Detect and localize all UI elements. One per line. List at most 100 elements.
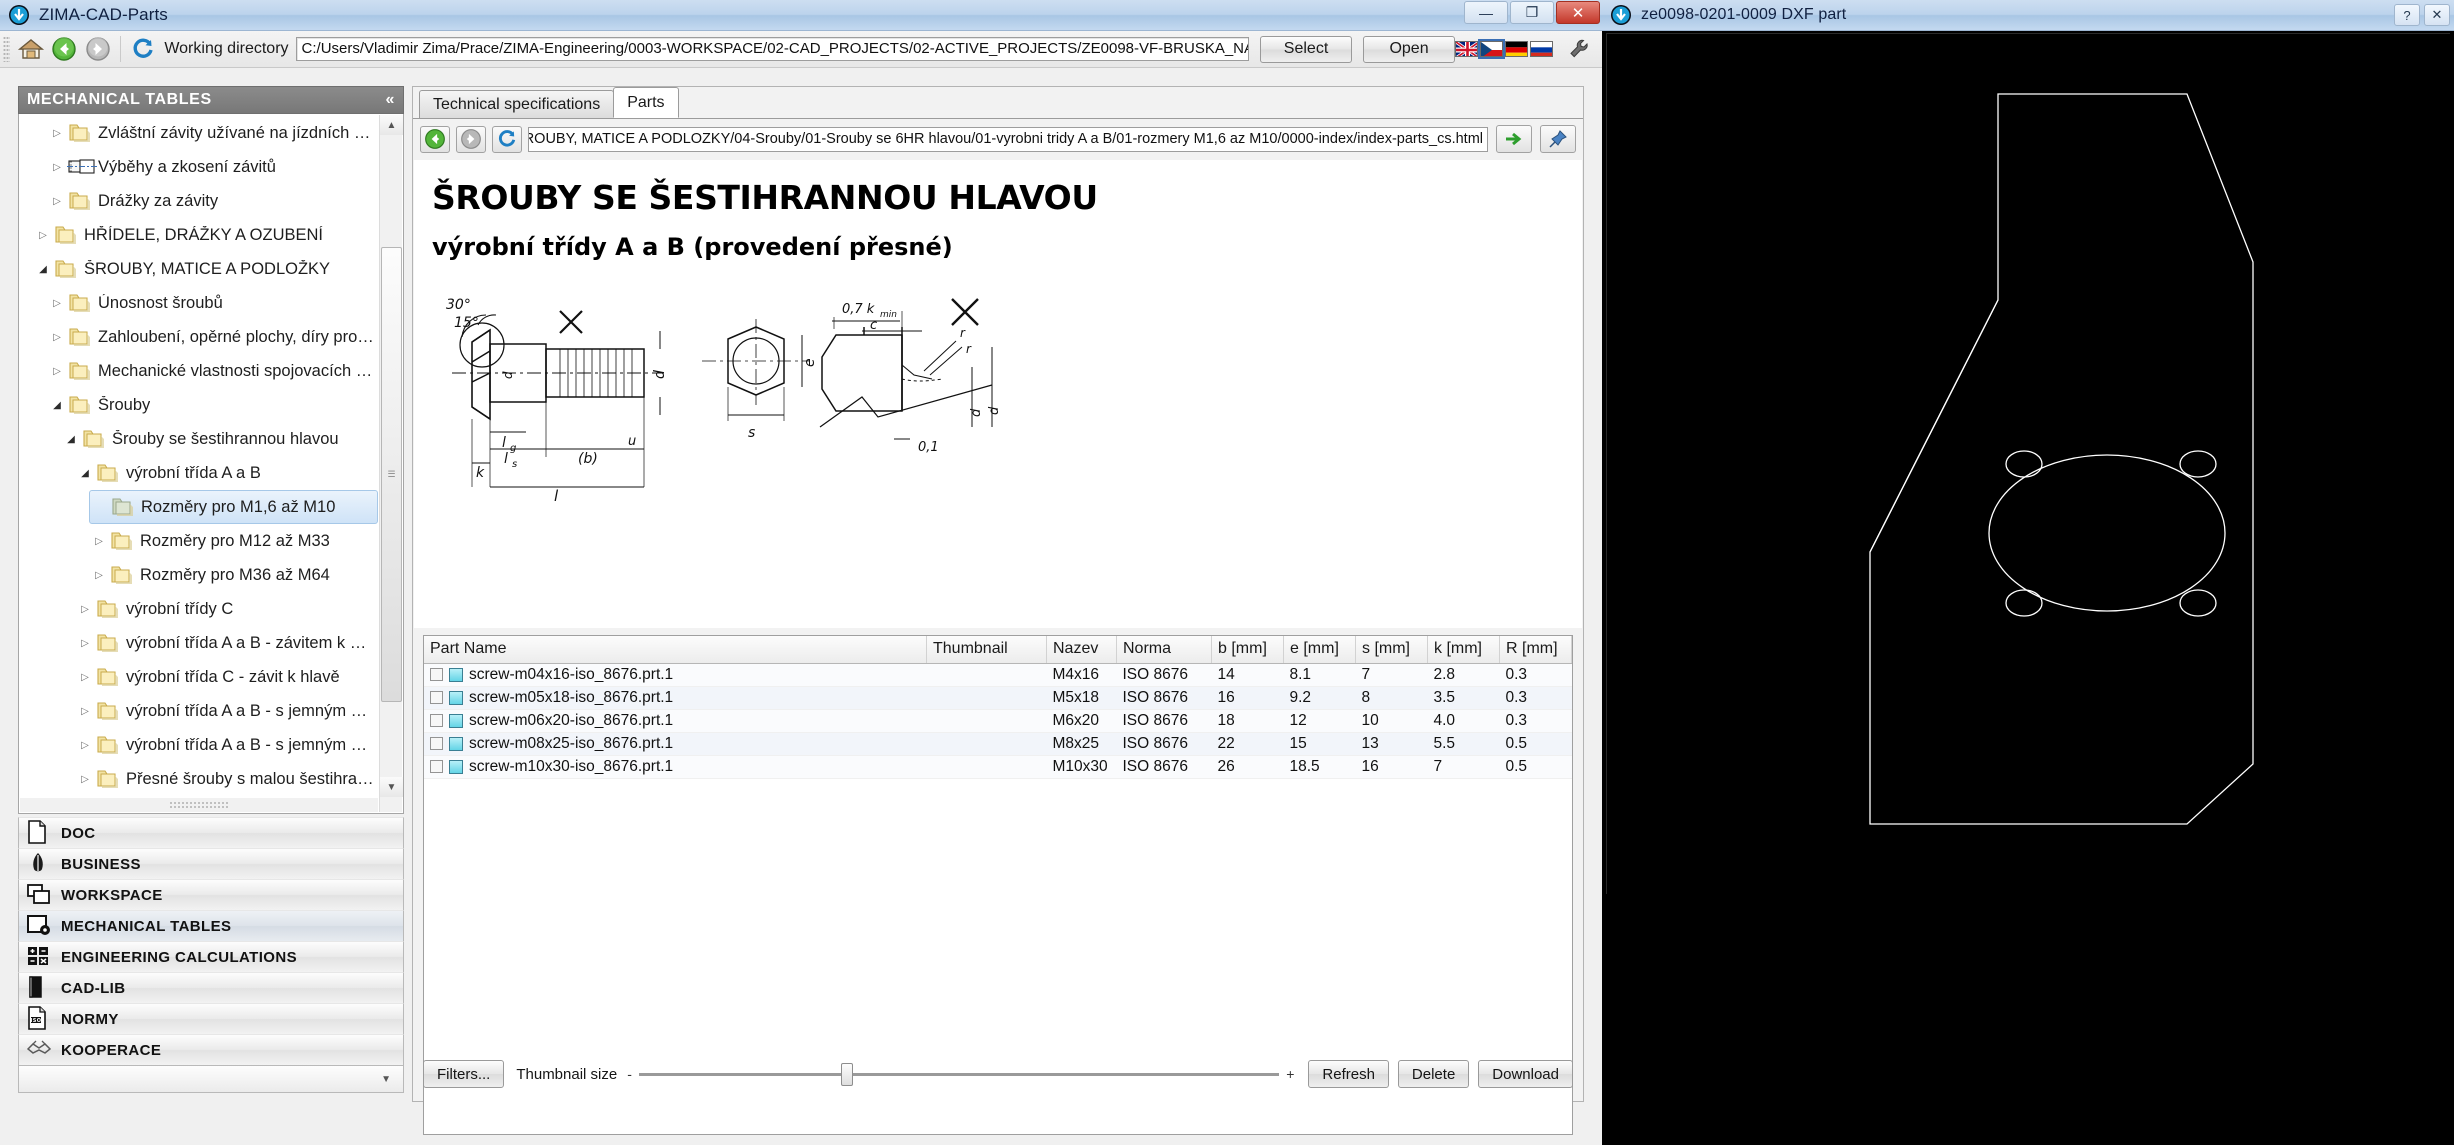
column-header[interactable]: R [mm] — [1499, 636, 1572, 664]
wrench-icon[interactable] — [1564, 34, 1594, 64]
tree-expander-closed-icon[interactable]: ▷ — [47, 366, 67, 377]
sidebar-section-business[interactable]: BUSINESS — [18, 848, 404, 880]
working-directory-input[interactable]: C:/Users/Vladimir Zima/Prace/ZIMA-Engine… — [295, 37, 1250, 61]
tree-item[interactable]: ▷ výrobní třída A a B - s jemným m... — [75, 694, 378, 728]
filters-button[interactable]: Filters... — [423, 1060, 505, 1088]
content-forward-icon[interactable] — [456, 125, 486, 153]
tree-expander-open-icon[interactable]: ◢ — [75, 468, 95, 479]
tree-item[interactable]: ▷ Zvláštní závity užívané na jízdních kol… — [47, 116, 378, 150]
tree-item[interactable]: ▷ výrobní třídy C — [75, 592, 378, 626]
tree-expander-closed-icon[interactable]: ▷ — [89, 570, 109, 581]
tree-item[interactable]: ▷ Přesné šrouby s malou šestihrann... — [75, 762, 378, 796]
tree-item[interactable]: ▷ Rozměry pro M12 až M33 — [89, 524, 378, 558]
go-arrow-icon[interactable] — [1496, 125, 1532, 153]
toolbar-grip[interactable] — [3, 36, 10, 62]
tree-item[interactable]: ▷ Výběhy a zkosení závitů — [47, 150, 378, 184]
dxf-drawing-canvas[interactable] — [1606, 33, 2451, 895]
sidebar-section-doc[interactable]: DOC — [18, 817, 404, 849]
column-header[interactable]: e [mm] — [1283, 636, 1356, 664]
tree-expander-closed-icon[interactable]: ▷ — [47, 332, 67, 343]
tree-expander-closed-icon[interactable]: ▷ — [75, 604, 95, 615]
tree-expander-closed-icon[interactable]: ▷ — [47, 196, 67, 207]
sidebar-more-sections-chevron-down-icon[interactable]: ▼ — [18, 1065, 404, 1093]
tree-item[interactable]: ◢ Šrouby — [47, 388, 378, 422]
column-header[interactable]: Norma — [1116, 636, 1212, 664]
dxf-close-button[interactable]: ✕ — [2424, 4, 2450, 26]
sidebar-section-cad-lib[interactable]: CAD-LIB — [18, 972, 404, 1004]
delete-button[interactable]: Delete — [1397, 1060, 1470, 1088]
tree-expander-closed-icon[interactable]: ▷ — [75, 672, 95, 683]
column-header[interactable]: b [mm] — [1211, 636, 1284, 664]
tree-item[interactable]: ▷ Zahloubení, opěrné plochy, díry pro šro… — [47, 320, 378, 354]
sidebar-section-kooperace[interactable]: KOOPERACE — [18, 1034, 404, 1066]
flag-english-button[interactable] — [1455, 41, 1479, 57]
scroll-up-icon[interactable]: ▲ — [380, 115, 403, 135]
tree-item[interactable]: ▷ Rozměry pro M36 až M64 — [89, 558, 378, 592]
close-button[interactable]: ✕ — [1556, 1, 1600, 24]
tree-expander-closed-icon[interactable]: ▷ — [47, 162, 67, 173]
sidebar-section-engineering-calculations[interactable]: ENGINEERING CALCULATIONS — [18, 941, 404, 973]
table-row[interactable]: screw-m04x16-iso_8676.prt.1 M4x16 ISO 8676… — [424, 663, 1572, 687]
tree-item[interactable]: ▷ výrobní třída A a B - závitem k hl... — [75, 626, 378, 660]
tree-item[interactable]: ▷ výrobní třída A a B - s jemným m... — [75, 728, 378, 762]
row-checkbox[interactable] — [430, 668, 443, 681]
sidebar-section-workspace[interactable]: WORKSPACE — [18, 879, 404, 911]
scrollbar-thumb[interactable]: ☰ — [381, 247, 402, 702]
tree-item[interactable]: ▷ Únosnost šroubů — [47, 286, 378, 320]
tree-horizontal-scrollbar[interactable] — [20, 798, 378, 812]
maximize-button[interactable]: ❐ — [1510, 1, 1554, 24]
content-back-icon[interactable] — [420, 125, 450, 153]
tree-vertical-scrollbar[interactable]: ▲ ☰ ▼ — [379, 115, 403, 812]
tab-parts[interactable]: Parts — [613, 87, 679, 118]
tree-expander-closed-icon[interactable]: ▷ — [33, 230, 53, 241]
flag-german-button[interactable] — [1505, 41, 1529, 57]
row-checkbox[interactable] — [430, 691, 443, 704]
sidebar-section-mechanical-tables[interactable]: MECHANICAL TABLES — [18, 910, 404, 942]
column-header[interactable]: Part Name — [424, 636, 927, 664]
minimize-button[interactable]: — — [1464, 1, 1508, 24]
tree-expander-open-icon[interactable]: ◢ — [61, 434, 81, 445]
row-checkbox[interactable] — [430, 760, 443, 773]
row-checkbox[interactable] — [430, 737, 443, 750]
pin-icon[interactable] — [1540, 125, 1576, 153]
slider-track[interactable] — [638, 1062, 1280, 1086]
scroll-down-icon[interactable]: ▼ — [380, 777, 403, 797]
sidebar-section-normy[interactable]: ISO NORMY — [18, 1003, 404, 1035]
tree-item[interactable]: ◢ výrobní třída A a B — [75, 456, 378, 490]
content-reload-icon[interactable] — [492, 125, 522, 153]
table-row[interactable]: screw-m05x18-iso_8676.prt.1 M5x18 ISO 8676… — [424, 686, 1572, 710]
table-row[interactable]: screw-m06x20-iso_8676.prt.1 M6x20 ISO 8676… — [424, 709, 1572, 733]
tree-item[interactable]: ▷ výrobní třída C - závit k hlavě — [75, 660, 378, 694]
tree-expander-closed-icon[interactable]: ▷ — [75, 740, 95, 751]
flag-russian-button[interactable] — [1530, 41, 1554, 57]
back-arrow-icon[interactable] — [51, 34, 79, 64]
url-input[interactable]: CAL TABLES/05-SROUBY, MATICE A PODLOZKY/… — [528, 126, 1488, 152]
refresh-button[interactable]: Refresh — [1308, 1060, 1389, 1088]
slider-thumb[interactable] — [840, 1062, 853, 1086]
tree-expander-open-icon[interactable]: ◢ — [33, 264, 53, 275]
download-button[interactable]: Download — [1478, 1060, 1573, 1088]
tab-technical-specifications[interactable]: Technical specifications — [419, 90, 615, 118]
collapse-sidebar-icon[interactable]: « — [386, 91, 396, 109]
tree-item[interactable]: ▷ HŘÍDELE, DRÁŽKY A OZUBENÍ — [33, 218, 378, 252]
thumbnail-size-slider[interactable]: - + — [627, 1062, 1294, 1086]
column-header[interactable]: k [mm] — [1427, 636, 1500, 664]
select-button[interactable]: Select — [1260, 35, 1353, 63]
tree-expander-open-icon[interactable]: ◢ — [47, 400, 67, 411]
tree-item[interactable]: Rozměry pro M1,6 až M10 — [89, 490, 378, 524]
tree-item[interactable]: ◢ Šrouby se šestihrannou hlavou — [61, 422, 378, 456]
column-header[interactable]: s [mm] — [1355, 636, 1428, 664]
row-checkbox[interactable] — [430, 714, 443, 727]
column-header[interactable]: Nazev — [1046, 636, 1117, 664]
tree-expander-closed-icon[interactable]: ▷ — [89, 536, 109, 547]
tree-expander-closed-icon[interactable]: ▷ — [47, 298, 67, 309]
tree-expander-closed-icon[interactable]: ▷ — [75, 706, 95, 717]
tree-expander-closed-icon[interactable]: ▷ — [75, 638, 95, 649]
tree-item[interactable]: ▷ Mechanické vlastnosti spojovacích souč.… — [47, 354, 378, 388]
table-row[interactable]: screw-m10x30-iso_8676.prt.1 M10x30 ISO 867… — [424, 755, 1572, 779]
tree-expander-closed-icon[interactable]: ▷ — [75, 774, 95, 785]
dxf-help-button[interactable]: ? — [2394, 4, 2420, 26]
forward-arrow-icon[interactable] — [84, 34, 112, 64]
tree-item[interactable]: ◢ ŠROUBY, MATICE A PODLOŽKY — [33, 252, 378, 286]
refresh-icon[interactable] — [129, 34, 157, 64]
